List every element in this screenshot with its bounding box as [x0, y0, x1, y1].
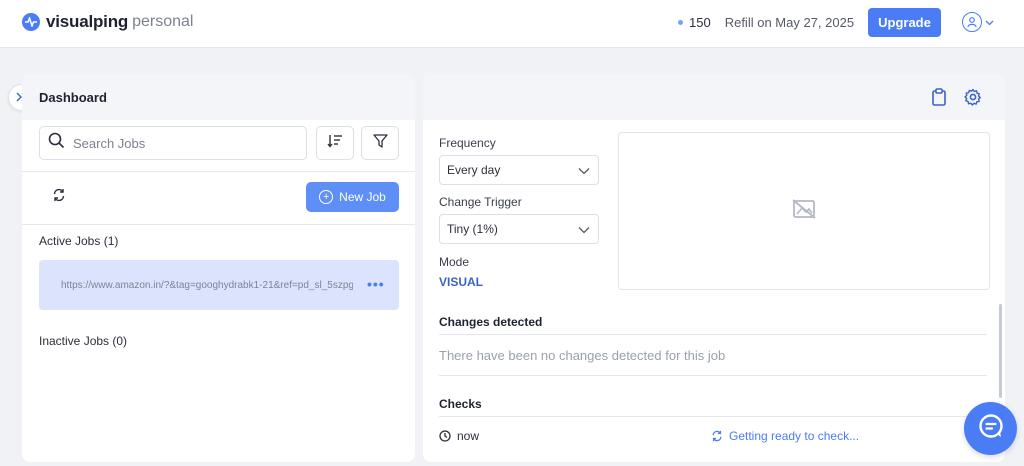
divider	[22, 171, 415, 172]
new-job-label: New Job	[339, 190, 386, 204]
divider	[439, 416, 987, 417]
chevron-down-icon	[578, 164, 590, 178]
clock-icon	[439, 430, 451, 442]
credit-count: 150	[689, 15, 711, 30]
checks-title: Checks	[439, 397, 482, 411]
sort-button[interactable]	[316, 126, 354, 160]
chat-icon	[977, 412, 1005, 445]
job-details-panel: Frequency Every day Change Trigger Tiny …	[423, 74, 1005, 462]
change-trigger-label: Change Trigger	[439, 195, 522, 209]
user-icon	[962, 12, 982, 32]
top-bar: visualping personal 150 Refill on May 27…	[0, 0, 1024, 48]
dashboard-panel: Dashboard + New Job Active Jobs (1) http…	[22, 74, 415, 462]
mode-label: Mode	[439, 255, 470, 269]
chat-button[interactable]	[964, 402, 1017, 455]
credit-dot-icon	[678, 20, 683, 25]
check-status-text: Getting ready to check...	[729, 429, 860, 443]
changes-empty-message: There have been no changes detected for …	[439, 348, 726, 363]
upgrade-button[interactable]: Upgrade	[868, 8, 941, 37]
credits-info: 150 Refill on May 27, 2025	[678, 15, 854, 30]
check-time-value: now	[457, 429, 480, 443]
filter-icon	[372, 133, 388, 153]
divider	[22, 224, 415, 225]
active-jobs-label: Active Jobs (1)	[39, 234, 119, 248]
more-icon[interactable]: •••	[367, 276, 385, 292]
sort-icon	[327, 134, 343, 153]
job-list-item[interactable]: https://www.amazon.in/?&tag=googhydrabk1…	[39, 260, 399, 310]
search-box[interactable]	[39, 126, 307, 160]
chevron-down-icon	[985, 13, 994, 31]
change-trigger-value: Tiny (1%)	[447, 222, 498, 236]
frequency-value: Every day	[447, 163, 501, 177]
divider	[439, 334, 987, 335]
refill-date: Refill on May 27, 2025	[724, 15, 855, 30]
screenshot-preview	[618, 132, 990, 290]
dashboard-title: Dashboard	[22, 74, 415, 120]
clipboard-icon[interactable]	[931, 88, 949, 106]
divider	[439, 375, 987, 376]
gear-icon[interactable]	[964, 88, 982, 106]
new-job-button[interactable]: + New Job	[306, 182, 399, 212]
check-time: now	[439, 429, 479, 443]
inactive-jobs-label: Inactive Jobs (0)	[39, 334, 128, 348]
mode-value: VISUAL	[439, 275, 484, 289]
pulse-logo-icon	[22, 13, 40, 31]
search-input[interactable]	[73, 135, 293, 151]
brand-logo[interactable]: visualping personal	[22, 12, 193, 32]
frequency-select[interactable]: Every day	[439, 155, 599, 185]
sync-icon	[711, 430, 723, 442]
refresh-icon[interactable]	[52, 188, 68, 204]
plan-name: personal	[132, 13, 194, 30]
changes-detected-title: Changes detected	[439, 315, 543, 329]
filter-button[interactable]	[361, 126, 399, 160]
change-trigger-select[interactable]: Tiny (1%)	[439, 214, 599, 244]
scrollbar[interactable]	[999, 304, 1002, 398]
search-icon	[48, 132, 65, 154]
job-url: https://www.amazon.in/?&tag=googhydrabk1…	[61, 279, 353, 291]
details-header	[423, 74, 1005, 120]
brand-name: visualping	[46, 12, 129, 31]
user-menu[interactable]	[962, 12, 994, 32]
plus-circle-icon: +	[319, 190, 334, 204]
image-off-icon	[791, 198, 817, 225]
check-status: Getting ready to check...	[711, 429, 859, 443]
chevron-down-icon	[578, 223, 590, 237]
frequency-label: Frequency	[439, 136, 496, 150]
